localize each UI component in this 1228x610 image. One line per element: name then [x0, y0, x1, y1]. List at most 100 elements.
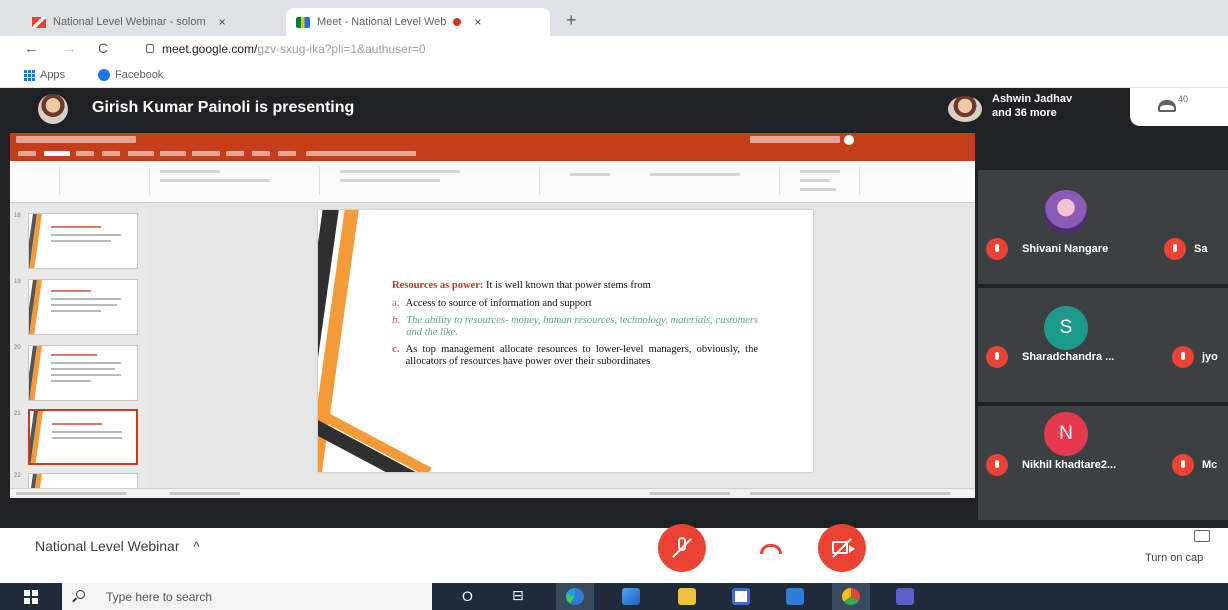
muted-mic-icon: [986, 454, 1008, 476]
participant-initial-avatar: S: [1044, 306, 1088, 350]
taskbar-search-placeholder: Type here to search: [106, 590, 213, 604]
participant-name-cut: Mc: [1202, 459, 1218, 471]
screen: National Level Webinar - solom × Meet - …: [0, 0, 1228, 610]
presenter-status-text: Girish Kumar Painoli is presenting: [92, 99, 355, 116]
slide-point-c-text: As top management allocate resources to …: [405, 344, 758, 367]
ppt-menu-insert[interactable]: [76, 151, 94, 156]
participants-summary: Ashwin Jadhav and 36 more: [992, 92, 1072, 120]
tab-gmail-close-icon[interactable]: ×: [219, 15, 226, 29]
file-explorer-icon[interactable]: [678, 588, 696, 605]
ppt-status-bar: [10, 488, 975, 498]
ppt-menu-slideshow[interactable]: [192, 151, 220, 156]
ppt-menu-file[interactable]: [18, 151, 36, 156]
participant-tile[interactable]: N Nikhil khadtare2... Mc: [978, 406, 1228, 520]
ribbon-slides: [60, 167, 150, 195]
people-button[interactable]: 40: [1130, 88, 1228, 126]
muted-mic-icon: [986, 346, 1008, 368]
slide-intro-text: It is well known that power stems from: [486, 280, 651, 291]
meeting-controls-bar: National Level Webinar ^: [0, 528, 1228, 583]
slide-body: Resources as power: It is well known tha…: [392, 280, 758, 367]
slide-intro: Resources as power: It is well known tha…: [392, 280, 758, 292]
ribbon-drawing: [540, 167, 780, 195]
slide-thumbnail-selected[interactable]: [28, 409, 138, 465]
slide-point-c: c. As top management allocate resources …: [392, 343, 758, 367]
camera-toggle-button[interactable]: [818, 524, 866, 572]
bookmark-facebook[interactable]: Facebook: [98, 69, 163, 81]
muted-mic-icon: [986, 238, 1008, 260]
slide-thumbnails-pane: 18 19 20 21 22: [10, 203, 150, 493]
slide-heading: Resources as power:: [392, 280, 484, 291]
reload-button[interactable]: C: [98, 40, 108, 56]
slide-thumbnail[interactable]: [28, 345, 138, 401]
browser-tab-strip: National Level Webinar - solom × Meet - …: [0, 0, 1228, 36]
bookmark-apps[interactable]: Apps: [24, 69, 65, 81]
url-host: meet.google.com/: [162, 42, 258, 56]
edge-browser-icon[interactable]: [566, 588, 584, 605]
store-icon[interactable]: [732, 588, 750, 605]
ribbon-clipboard: [10, 167, 60, 195]
ppt-menu-home[interactable]: [44, 151, 70, 156]
tab-meet[interactable]: Meet - National Level Web ×: [286, 8, 550, 36]
ppt-quick-access: [16, 136, 136, 143]
cortana-icon[interactable]: O: [462, 588, 473, 604]
participant-name-cut: jyo: [1202, 351, 1218, 363]
paint-icon[interactable]: [622, 588, 640, 605]
captions-icon[interactable]: [1194, 530, 1210, 542]
taskbar-search-box[interactable]: Type here to search: [62, 583, 432, 610]
participant-tile[interactable]: Shivani Nangare Sa: [978, 170, 1228, 284]
ppt-menu-design[interactable]: [102, 151, 120, 156]
mic-toggle-button[interactable]: [658, 524, 706, 572]
back-button[interactable]: ←: [24, 40, 39, 57]
participants-more: and 36 more: [992, 107, 1057, 119]
bookmark-apps-label: Apps: [40, 69, 66, 81]
ppt-menu-animations[interactable]: [160, 151, 186, 156]
windows-start-icon[interactable]: [24, 590, 38, 604]
ppt-menu-review[interactable]: [226, 151, 244, 156]
muted-mic-icon: [1172, 346, 1194, 368]
participants-first-name: Ashwin Jadhav: [992, 93, 1073, 105]
slide-point-b-text: The ability to resources- money, human r…: [406, 315, 758, 338]
ppt-user-avatar: [844, 135, 854, 145]
ppt-menu-help[interactable]: [278, 151, 296, 156]
address-bar: ← → C meet.google.com/gzv-sxug-ika?pli=1…: [0, 36, 1228, 62]
tab-gmail[interactable]: National Level Webinar - solom ×: [22, 8, 284, 36]
participant-avatar: [948, 96, 982, 122]
slide-point-a-text: Access to source of information and supp…: [405, 297, 592, 309]
turn-on-captions-button[interactable]: Turn on cap: [1145, 552, 1203, 564]
url-field[interactable]: meet.google.com/gzv-sxug-ika?pli=1&authu…: [162, 42, 426, 56]
search-icon: [76, 590, 85, 599]
ppt-tell-me[interactable]: [306, 151, 416, 156]
slide-point-b-marker: b.: [392, 314, 401, 326]
google-meet-icon: [296, 16, 310, 28]
presenter-bar: Girish Kumar Painoli is presenting Ashwi…: [0, 88, 1228, 130]
slide-point-b: b. The ability to resources- money, huma…: [392, 314, 758, 338]
slide-decor-diagonal-black: [318, 405, 442, 472]
tab-meet-close-icon[interactable]: ×: [474, 15, 481, 29]
muted-mic-icon: [1172, 454, 1194, 476]
slide-thumbnail[interactable]: [28, 213, 138, 269]
participant-initial-avatar: N: [1044, 412, 1088, 456]
participant-name-cut: Sa: [1194, 243, 1208, 255]
participant-name: Shivani Nangare: [1022, 243, 1109, 255]
bookmarks-bar: Apps Facebook: [0, 62, 1228, 88]
ppt-menu-transitions[interactable]: [128, 151, 154, 156]
ppt-menu-view[interactable]: [252, 151, 270, 156]
ppt-ribbon: [10, 161, 975, 203]
url-path: gzv-sxug-ika?pli=1&authuser=0: [257, 42, 426, 56]
participant-tile[interactable]: S Sharadchandra ... jyo: [978, 288, 1228, 402]
meeting-details-button[interactable]: National Level Webinar ^: [35, 538, 200, 554]
forward-button[interactable]: →: [62, 40, 77, 57]
participant-name: Sharadchandra ...: [1022, 351, 1115, 363]
teams-icon[interactable]: [896, 588, 914, 605]
chrome-icon[interactable]: [842, 588, 860, 605]
lock-icon: [146, 44, 154, 53]
new-tab-button[interactable]: +: [566, 10, 577, 31]
apps-grid-icon: [24, 69, 35, 81]
tab-gmail-title: National Level Webinar - solom: [53, 16, 206, 28]
slide-thumbnail[interactable]: [28, 279, 138, 335]
mail-icon[interactable]: [786, 588, 804, 605]
recording-dot-icon: [453, 18, 462, 26]
task-view-icon[interactable]: ⊟: [512, 587, 524, 604]
chevron-up-icon: ^: [193, 539, 200, 554]
gmail-icon: [32, 16, 46, 28]
